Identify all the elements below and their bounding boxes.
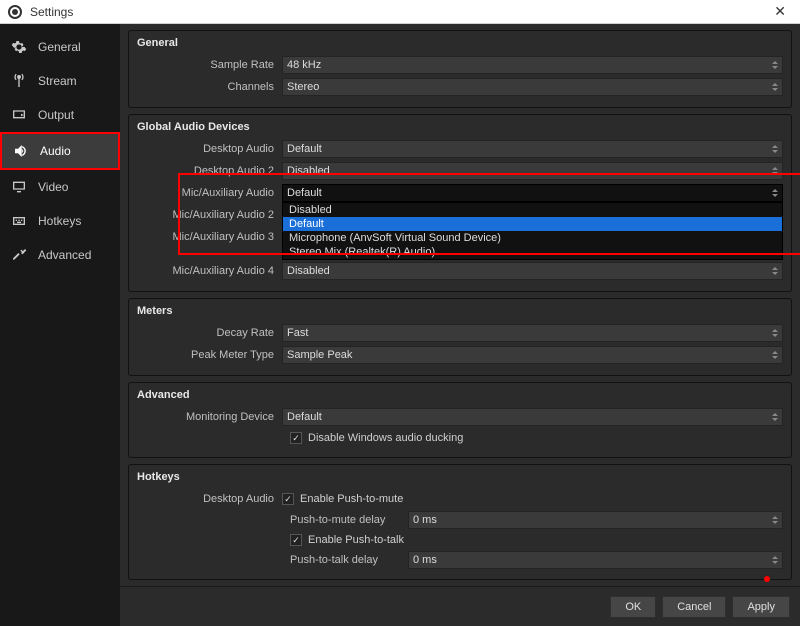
content-area: General Sample Rate 48 kHz Channels Ster… [120, 24, 800, 586]
section-meters: Meters Decay Rate Fast Peak Meter Type S… [128, 298, 792, 376]
app-icon [8, 5, 22, 19]
titlebar: Settings ✕ [0, 0, 800, 24]
mic-aux4-combo[interactable]: Disabled [282, 262, 783, 280]
spinner-icon [768, 263, 782, 279]
tools-icon [10, 246, 28, 264]
mic-aux-combo[interactable]: Default [282, 184, 783, 202]
spinner-icon [768, 57, 782, 73]
keyboard-icon [10, 212, 28, 230]
mic-aux-dropdown: Disabled Default Microphone (AnvSoft Vir… [282, 202, 783, 260]
section-title: General [137, 37, 783, 49]
sidebar-item-label: Stream [38, 74, 77, 88]
spinner-icon [768, 512, 782, 528]
antenna-icon [10, 72, 28, 90]
sidebar-item-output[interactable]: Output [0, 98, 120, 132]
channels-combo[interactable]: Stereo [282, 78, 783, 96]
sidebar-item-label: General [38, 40, 81, 54]
sidebar-item-label: Hotkeys [38, 214, 81, 228]
peak-meter-combo[interactable]: Sample Peak [282, 346, 783, 364]
disable-ducking-label: Disable Windows audio ducking [308, 432, 463, 444]
mic-aux3-label: Mic/Auxiliary Audio 3 [137, 231, 282, 243]
disable-ducking-checkbox[interactable]: ✓ [290, 432, 302, 444]
sidebar-item-label: Output [38, 108, 74, 122]
monitoring-device-combo[interactable]: Default [282, 408, 783, 426]
desktop-audio-label: Desktop Audio [137, 143, 282, 155]
section-general: General Sample Rate 48 kHz Channels Ster… [128, 30, 792, 108]
ok-button[interactable]: OK [610, 596, 656, 618]
dropdown-option[interactable]: Stereo Mix (Realtek(R) Audio) [283, 245, 782, 259]
spinner-icon [768, 552, 782, 568]
decay-rate-label: Decay Rate [137, 327, 282, 339]
enable-ptt-label: Enable Push-to-talk [308, 534, 404, 546]
spinner-icon [768, 347, 782, 363]
decay-rate-combo[interactable]: Fast [282, 324, 783, 342]
spinner-icon [768, 141, 782, 157]
enable-ptm-checkbox[interactable]: ✓ [282, 493, 294, 505]
spinner-icon [768, 79, 782, 95]
spinner-icon [768, 185, 782, 201]
peak-meter-label: Peak Meter Type [137, 349, 282, 361]
cancel-button[interactable]: Cancel [662, 596, 726, 618]
gear-icon [10, 38, 28, 56]
sidebar-item-stream[interactable]: Stream [0, 64, 120, 98]
channels-label: Channels [137, 81, 282, 93]
sidebar-item-audio[interactable]: Audio [0, 132, 120, 170]
enable-ptt-checkbox[interactable]: ✓ [290, 534, 302, 546]
sidebar-item-label: Video [38, 180, 68, 194]
section-global-audio: Global Audio Devices Desktop Audio Defau… [128, 114, 792, 292]
spinner-icon [768, 325, 782, 341]
ptt-delay-label: Push-to-talk delay [290, 554, 400, 566]
sidebar-item-general[interactable]: General [0, 30, 120, 64]
monitor-icon [10, 178, 28, 196]
ptm-delay-field[interactable]: 0 ms [408, 511, 783, 529]
footer: OK Cancel Apply [120, 586, 800, 626]
output-icon [10, 106, 28, 124]
dropdown-option[interactable]: Default [283, 217, 782, 231]
monitoring-device-label: Monitoring Device [137, 411, 282, 423]
desktop-audio2-combo[interactable]: Disabled [282, 162, 783, 180]
section-hotkeys: Hotkeys Desktop Audio ✓ Enable Push-to-m… [128, 464, 792, 580]
sample-rate-label: Sample Rate [137, 59, 282, 71]
mic-aux-label: Mic/Auxiliary Audio [137, 187, 282, 199]
window-title: Settings [30, 5, 73, 19]
section-title: Global Audio Devices [137, 121, 783, 133]
section-advanced: Advanced Monitoring Device Default ✓ Dis… [128, 382, 792, 458]
settings-window: Settings ✕ General Stream Output Audio [0, 0, 800, 626]
close-icon[interactable]: ✕ [768, 1, 792, 22]
hotkeys-desktop-audio-label: Desktop Audio [137, 493, 282, 505]
sidebar-item-label: Audio [40, 144, 71, 158]
sidebar-item-advanced[interactable]: Advanced [0, 238, 120, 272]
dropdown-option[interactable]: Microphone (AnvSoft Virtual Sound Device… [283, 231, 782, 245]
apply-button[interactable]: Apply [732, 596, 790, 618]
desktop-audio-combo[interactable]: Default [282, 140, 783, 158]
sidebar-item-label: Advanced [38, 248, 91, 262]
ptt-delay-field[interactable]: 0 ms [408, 551, 783, 569]
sidebar-item-video[interactable]: Video [0, 170, 120, 204]
section-title: Advanced [137, 389, 783, 401]
mic-aux4-label: Mic/Auxiliary Audio 4 [137, 265, 282, 277]
spinner-icon [768, 409, 782, 425]
section-title: Meters [137, 305, 783, 317]
spinner-icon [768, 163, 782, 179]
mic-aux-row: Mic/Auxiliary Audio Default Disabled Def… [137, 183, 783, 203]
red-dot-indicator [764, 576, 770, 582]
desktop-audio2-label: Desktop Audio 2 [137, 165, 282, 177]
speaker-icon [12, 142, 30, 160]
sample-rate-combo[interactable]: 48 kHz [282, 56, 783, 74]
sidebar: General Stream Output Audio Video Hotkey… [0, 24, 120, 626]
sidebar-item-hotkeys[interactable]: Hotkeys [0, 204, 120, 238]
section-title: Hotkeys [137, 471, 783, 483]
enable-ptm-label: Enable Push-to-mute [300, 493, 403, 505]
mic-aux2-label: Mic/Auxiliary Audio 2 [137, 209, 282, 221]
ptm-delay-label: Push-to-mute delay [290, 514, 400, 526]
dropdown-option[interactable]: Disabled [283, 203, 782, 217]
